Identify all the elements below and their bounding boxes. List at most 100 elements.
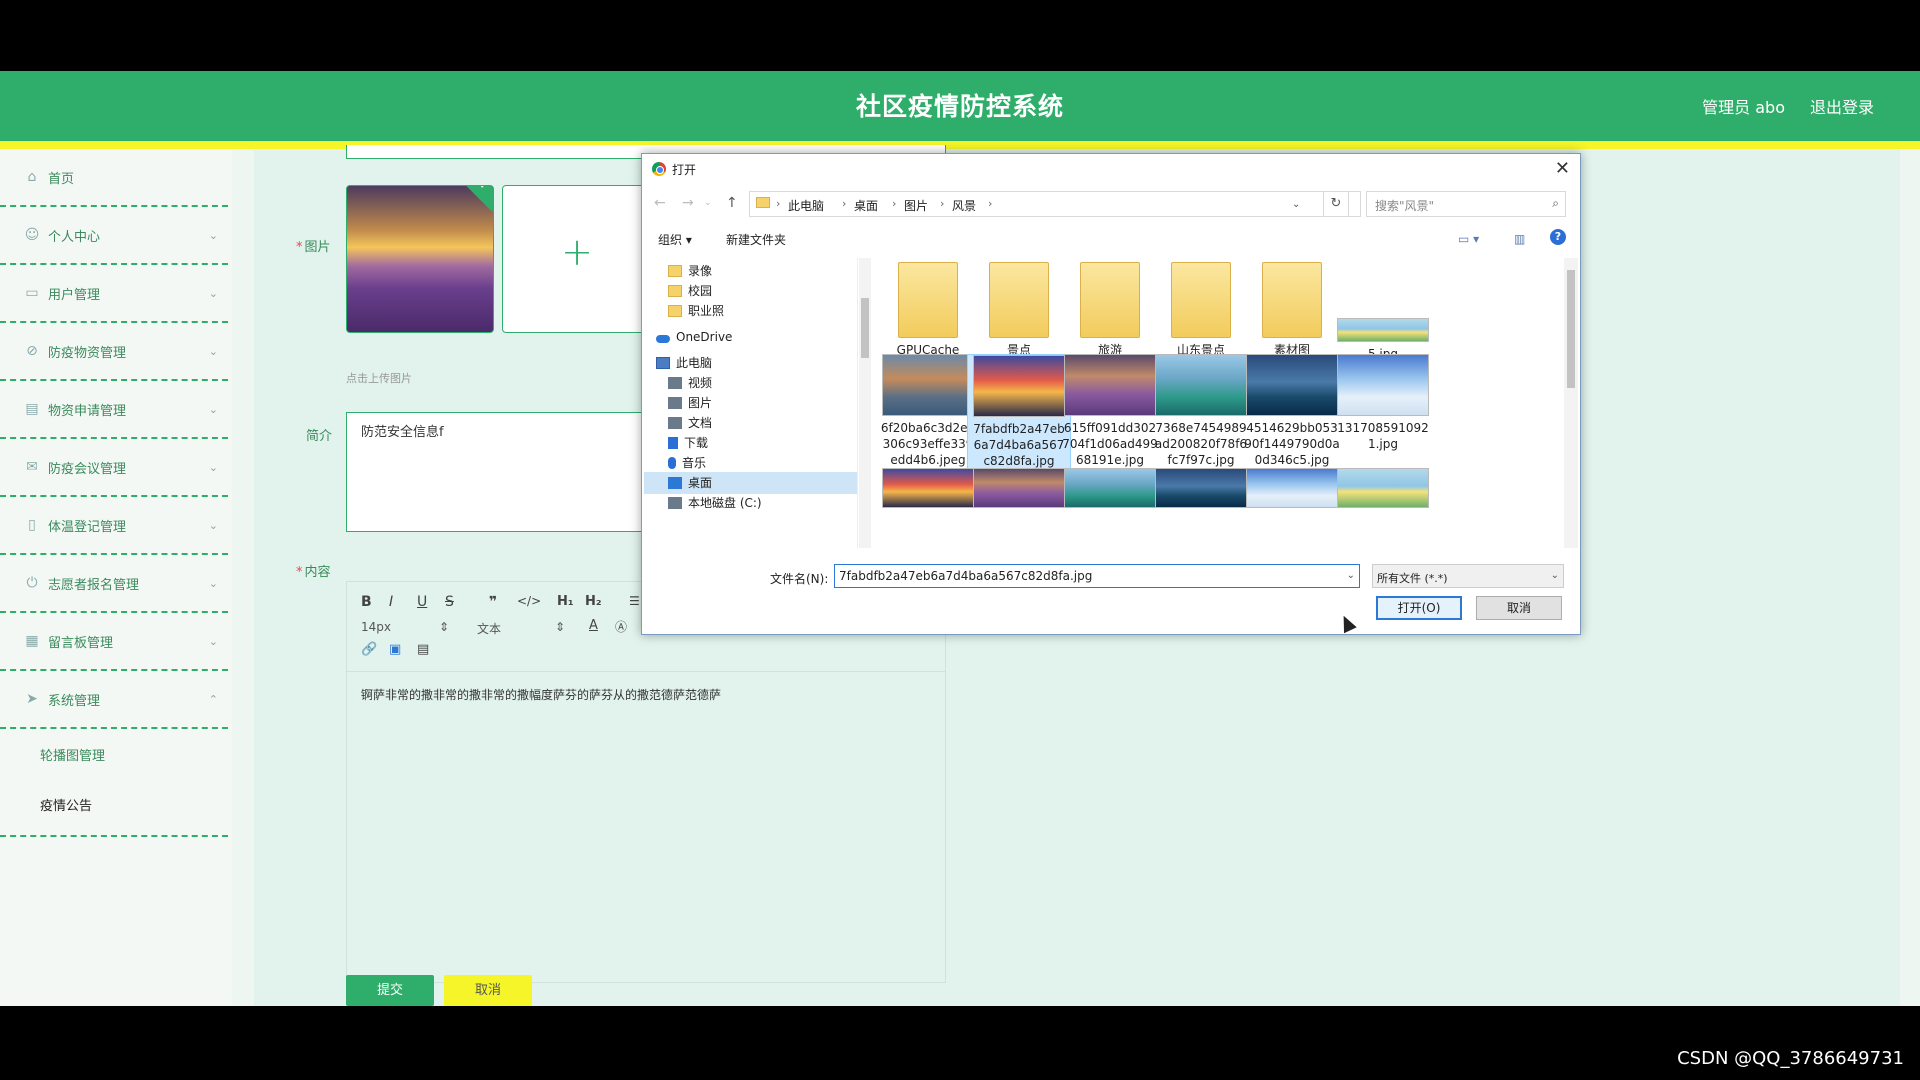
image-file-item[interactable]	[876, 468, 980, 512]
sidebar-item-6[interactable]: ▯ 体温登记管理 ⌄	[0, 497, 228, 555]
h2-icon[interactable]: H₂	[585, 594, 602, 609]
folder-item[interactable]: 素材图	[1240, 262, 1344, 358]
image-file-item[interactable]	[1058, 468, 1162, 512]
sidebar-item-8[interactable]: ▦ 留言板管理 ⌄	[0, 613, 228, 671]
preview-pane-icon[interactable]: ▥	[1514, 232, 1525, 246]
image-file-item[interactable]: 7fabdfb2a47eb6a7d4ba6a567c82d8fa.jpg	[967, 354, 1071, 470]
app-title: 社区疫情防控系统	[855, 92, 1064, 121]
sidebar-item-9[interactable]: ➤ 系统管理 ⌃	[0, 671, 228, 729]
close-icon[interactable]: ✕	[1555, 158, 1570, 179]
text-style-select[interactable]: 文本	[477, 620, 501, 637]
open-button[interactable]: 打开(O)	[1376, 596, 1462, 620]
address-bar[interactable]: › 此电脑 › 桌面 › 图片 › 风景 › ⌄	[749, 191, 1361, 217]
thermometer-icon: ▯	[28, 517, 36, 533]
italic-icon[interactable]: I	[389, 594, 393, 610]
image-file-item[interactable]	[967, 468, 1071, 512]
list-icon[interactable]: ☰	[629, 594, 640, 608]
intro-label: 简介	[306, 429, 333, 444]
sidebar-subitem-carousel[interactable]: 轮播图管理	[0, 729, 228, 779]
image-file-item[interactable]	[1149, 468, 1253, 512]
file-list-scrollbar[interactable]	[1564, 258, 1578, 548]
sidebar-item-2[interactable]: ▭ 用户管理 ⌄	[0, 265, 228, 323]
breadcrumb-separator: ›	[892, 197, 897, 210]
tree-item[interactable]: 下载	[668, 432, 708, 454]
underline-icon[interactable]: U	[417, 594, 427, 610]
recent-chevron-icon[interactable]: ⌄	[704, 198, 712, 208]
font-size-select[interactable]: 14px	[361, 620, 391, 634]
background-color-icon[interactable]: Ⓐ	[615, 618, 627, 635]
sidebar-item-7[interactable]: ⏻ 志愿者报名管理 ⌄	[0, 555, 228, 613]
tree-item[interactable]: 文档	[668, 412, 712, 434]
logout-link[interactable]: 退出登录	[1810, 94, 1874, 118]
quote-icon[interactable]: ❞	[489, 594, 497, 610]
folder-item[interactable]: 旅游	[1058, 262, 1162, 358]
address-dropdown-icon[interactable]: ⌄	[1292, 199, 1300, 210]
cloud-icon	[656, 335, 670, 343]
breadcrumb-pictures[interactable]: 图片	[904, 197, 928, 214]
folder-item[interactable]: GPUCache	[876, 262, 980, 358]
tree-item[interactable]: 职业照	[668, 300, 724, 322]
editor-body-text[interactable]: 锕萨非常的撒非常的撒非常的撒幅度萨芬的萨芬从的撒范德萨范德萨	[361, 686, 721, 703]
image-file-item[interactable]: 6f20ba6c3d2e1306c93effe339edd4b6.jpeg	[876, 354, 980, 468]
font-color-icon[interactable]: A	[589, 618, 598, 633]
screen: 社区疫情防控系统 管理员 abo 退出登录 ⌂ 首页 ☺ 个人中心 ⌄ ▭ 用户管理 ⌄ ⊘ 防疫…	[0, 0, 1920, 1080]
breadcrumb-desktop[interactable]: 桌面	[854, 197, 878, 214]
tree-item[interactable]: 校园	[668, 280, 712, 302]
image-file-item[interactable]: 5.jpg	[1331, 262, 1435, 362]
tree-item[interactable]: 视频	[668, 372, 712, 394]
back-arrow-icon[interactable]: ←	[654, 195, 666, 211]
tree-item[interactable]: 此电脑	[656, 352, 712, 374]
folder-item[interactable]: 山东景点	[1149, 262, 1253, 358]
image-file-item[interactable]: 4514629bb05390f1449790d0a0d346c5.jpg	[1240, 354, 1344, 468]
new-folder-button[interactable]: 新建文件夹	[726, 231, 786, 248]
link-icon[interactable]: 🔗	[361, 642, 377, 657]
image-file-item[interactable]	[1331, 468, 1435, 512]
breadcrumb-scenery[interactable]: 风景	[952, 197, 976, 214]
breadcrumb-this-pc[interactable]: 此电脑	[788, 197, 824, 214]
image-file-item[interactable]	[1240, 468, 1344, 512]
organize-menu[interactable]: 组织 ▾	[658, 231, 692, 248]
sidebar-item-label: 个人中心	[48, 229, 101, 245]
chevron-down-icon[interactable]: ⌄	[1347, 570, 1355, 581]
sidebar-subitem-announcement[interactable]: 疫情公告	[0, 779, 228, 829]
image-icon[interactable]: ▣	[389, 642, 401, 657]
sidebar-item-1[interactable]: ☺ 个人中心 ⌄	[0, 207, 228, 265]
up-arrow-icon[interactable]: ↑	[726, 195, 738, 211]
sidebar-item-3[interactable]: ⊘ 防疫物资管理 ⌄	[0, 323, 228, 381]
view-options-icon[interactable]: ▭ ▾	[1458, 232, 1479, 246]
tree-item[interactable]: 录像	[668, 260, 712, 282]
forward-arrow-icon[interactable]: →	[682, 195, 694, 211]
strikethrough-icon[interactable]: S	[445, 594, 454, 610]
style-stepper-icon[interactable]: ⇕	[555, 620, 565, 634]
tree-item[interactable]: 图片	[668, 392, 712, 414]
tree-item[interactable]: 本地磁盘 (C:)	[668, 492, 762, 514]
search-input[interactable]: 搜索"风景" ⌕	[1366, 191, 1566, 217]
folder-item[interactable]: 景点	[967, 262, 1071, 358]
help-icon[interactable]: ?	[1550, 229, 1566, 245]
bold-icon[interactable]: B	[361, 594, 372, 610]
tree-scrollbar[interactable]	[859, 258, 871, 548]
submit-button[interactable]: 提交	[346, 975, 434, 1006]
dialog-cancel-button[interactable]: 取消	[1476, 596, 1562, 620]
code-icon[interactable]: </>	[517, 594, 541, 608]
file-name-value: 7fabdfb2a47eb6a7d4ba6a567c82d8fa.jpg	[839, 569, 1093, 583]
file-type-select[interactable]: 所有文件 (*.*) ⌄	[1372, 564, 1564, 588]
image-file-item[interactable]: 1317085910921.jpg	[1331, 354, 1435, 452]
sidebar-item-5[interactable]: ✉ 防疫会议管理 ⌄	[0, 439, 228, 497]
tree-item[interactable]: 音乐	[668, 452, 706, 474]
h1-icon[interactable]: H₁	[557, 594, 574, 609]
sidebar-item-label: 首页	[48, 171, 75, 187]
image-file-item[interactable]: 615ff091dd302704f1d06ad49968191e.jpg	[1058, 354, 1162, 468]
image-file-item[interactable]: 7368e7454989ad200820f78f6fc7f97c.jpg	[1149, 354, 1253, 468]
file-name-input[interactable]: 7fabdfb2a47eb6a7d4ba6a567c82d8fa.jpg ⌄	[834, 564, 1360, 588]
font-size-stepper-icon[interactable]: ⇕	[439, 620, 449, 634]
sidebar-item-4[interactable]: ▤ 物资申请管理 ⌄	[0, 381, 228, 439]
tree-item[interactable]: 桌面	[644, 472, 857, 494]
tree-item[interactable]: OneDrive	[656, 326, 732, 348]
sidebar-item-0[interactable]: ⌂ 首页	[0, 149, 228, 207]
refresh-icon[interactable]: ↻	[1323, 191, 1349, 217]
upload-button[interactable]: +	[502, 185, 650, 333]
video-icon[interactable]: ▤	[417, 642, 429, 657]
uploaded-image-thumbnail[interactable]: ✓	[346, 185, 494, 333]
cancel-button[interactable]: 取消	[444, 975, 532, 1006]
